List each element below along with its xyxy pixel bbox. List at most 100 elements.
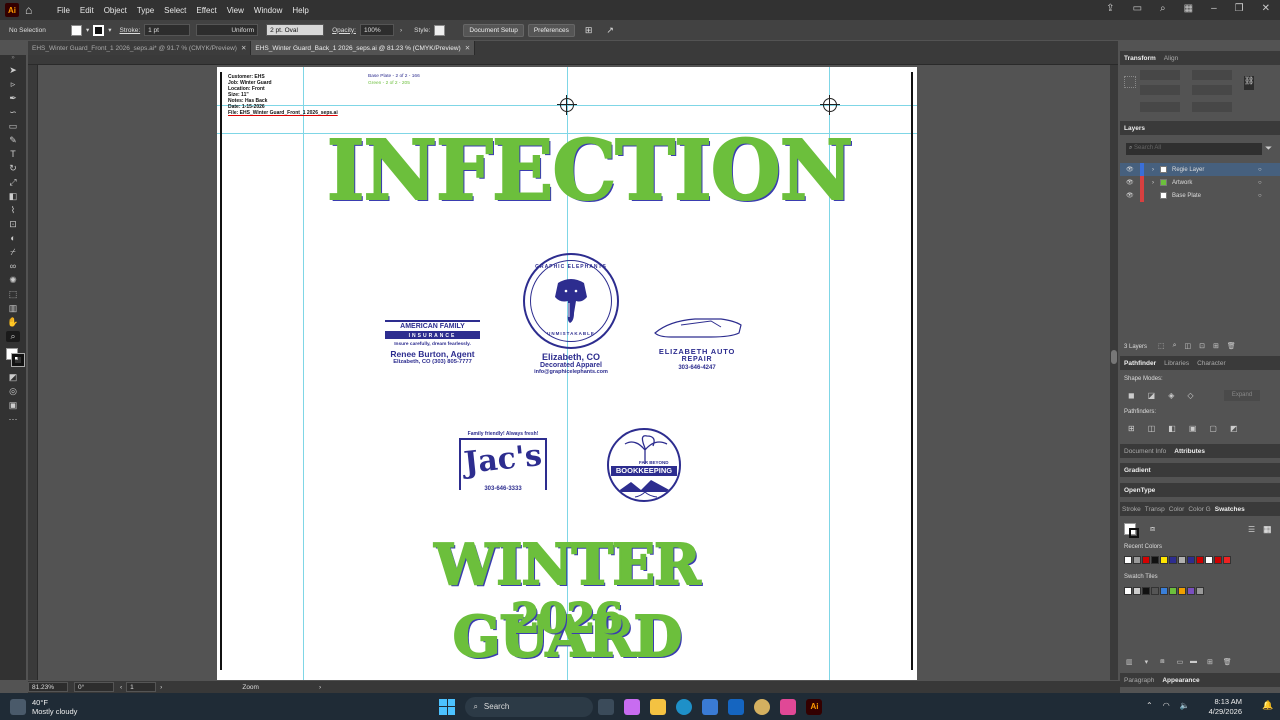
shape-builder-tool-icon[interactable]: ◐: [6, 233, 20, 244]
scale-tool-icon[interactable]: ⤢: [6, 177, 20, 188]
menu-help[interactable]: Help: [292, 6, 308, 15]
collapse-icon[interactable]: »: [0, 55, 26, 63]
document-setup-button[interactable]: Document Setup: [463, 23, 524, 37]
paintbrush-tool-icon[interactable]: ✎: [6, 135, 20, 146]
new-color-group-icon[interactable]: ▬: [1190, 658, 1197, 666]
arrange-icon[interactable]: ▭: [1133, 3, 1142, 14]
trim-icon[interactable]: ◫: [1148, 424, 1156, 433]
chevron-right-icon[interactable]: ›: [1152, 167, 1160, 173]
stroke-swatch[interactable]: [1129, 528, 1139, 538]
target-icon[interactable]: ○: [1258, 180, 1262, 186]
layer-name[interactable]: Artwork: [1172, 180, 1258, 186]
variable-width-profile[interactable]: Uniform: [196, 24, 259, 36]
blend-tool-icon[interactable]: ∞: [6, 261, 20, 272]
tab-back-document[interactable]: EHS_Winter Guard_Back_1 2026_seps.ai @ 8…: [251, 41, 476, 55]
copilot-icon[interactable]: [624, 698, 641, 715]
swatch-options-icon[interactable]: ⧈: [1160, 658, 1164, 666]
start-icon[interactable]: [439, 698, 456, 715]
tab-transform[interactable]: Transform: [1120, 55, 1160, 62]
tab-character[interactable]: Character: [1193, 360, 1230, 367]
minimize-icon[interactable]: –: [1211, 3, 1217, 14]
guide-vertical[interactable]: [303, 67, 304, 680]
tab-document-info[interactable]: Document Info: [1120, 448, 1170, 455]
layer-row[interactable]: 👁 Base Plate ○: [1120, 189, 1280, 202]
chevron-up-icon[interactable]: ⌃: [1146, 701, 1153, 710]
weather-widget[interactable]: 40°F Mostly cloudy: [32, 698, 77, 716]
opacity-field[interactable]: 100%: [359, 24, 394, 36]
swatch-chip[interactable]: [1151, 556, 1159, 564]
swatch-chip[interactable]: [1133, 587, 1141, 595]
taskbar-search[interactable]: ⌕ Search: [465, 696, 594, 717]
rotate-view-field[interactable]: 0°: [74, 682, 114, 692]
notifications-icon[interactable]: 🔔: [1262, 700, 1273, 711]
grid-view-icon[interactable]: ▦: [1263, 524, 1272, 535]
crop-icon[interactable]: ▣: [1189, 424, 1197, 433]
show-kinds-icon[interactable]: ▾: [1145, 658, 1149, 666]
fill-stroke-widget[interactable]: [4, 346, 25, 368]
artboard-tool-icon[interactable]: ⬚: [6, 289, 20, 300]
eye-icon[interactable]: 👁: [1126, 166, 1140, 173]
color-group-icon[interactable]: ▭: [1177, 658, 1184, 666]
tab-color-guide[interactable]: Color G: [1186, 506, 1212, 513]
new-sublayer-icon[interactable]: ⊡: [1199, 342, 1205, 350]
swatch-chip[interactable]: [1124, 587, 1132, 595]
layer-name[interactable]: Regie Layer: [1172, 167, 1258, 173]
next-artboard-icon[interactable]: ›: [160, 684, 162, 691]
menu-file[interactable]: File: [57, 6, 70, 15]
collect-export-icon[interactable]: ⬚: [1158, 342, 1165, 350]
shear-field[interactable]: [1192, 102, 1232, 112]
symbol-sprayer-tool-icon[interactable]: ✺: [6, 275, 20, 286]
curvature-tool-icon[interactable]: ∽: [6, 107, 20, 118]
pen-tool-icon[interactable]: ✒: [6, 93, 20, 104]
store-icon[interactable]: [702, 698, 719, 715]
tab-gradient[interactable]: Gradient: [1120, 467, 1155, 474]
dropbox-icon[interactable]: [728, 698, 745, 715]
exclude-icon[interactable]: ◇: [1187, 391, 1193, 400]
chevron-right-icon[interactable]: ›: [400, 27, 402, 34]
rotate-field[interactable]: [1140, 102, 1180, 112]
swatch-chip[interactable]: [1160, 587, 1168, 595]
minus-back-icon[interactable]: ◩: [1230, 424, 1238, 433]
opacity-label[interactable]: Opacity:: [332, 27, 356, 34]
zoom-tool-icon[interactable]: ⌕: [6, 331, 20, 342]
make-clip-mask-icon[interactable]: ◫: [1185, 342, 1192, 350]
swatch-chip[interactable]: [1178, 587, 1186, 595]
photos-icon[interactable]: [780, 698, 797, 715]
hand-tool-icon[interactable]: ✋: [6, 317, 20, 328]
stroke-swatch[interactable]: [93, 24, 105, 36]
swatch-chip[interactable]: [1169, 587, 1177, 595]
status-menu-icon[interactable]: ›: [319, 684, 321, 691]
menu-object[interactable]: Object: [104, 6, 127, 15]
layers-search-input[interactable]: ⌕ Search All: [1126, 143, 1262, 155]
menu-type[interactable]: Type: [137, 6, 154, 15]
menu-edit[interactable]: Edit: [80, 6, 94, 15]
tab-align[interactable]: Align: [1160, 55, 1182, 62]
swatch-chip[interactable]: [1178, 556, 1186, 564]
swatch-chip[interactable]: [1187, 587, 1195, 595]
divide-icon[interactable]: ⊞: [1128, 424, 1135, 433]
unite-icon[interactable]: ◼: [1128, 391, 1135, 400]
more-tools-icon[interactable]: ⋯: [6, 414, 20, 425]
new-swatch-icon[interactable]: ⊞: [1207, 658, 1213, 666]
filter-icon[interactable]: ⏷: [1265, 143, 1272, 154]
minus-front-icon[interactable]: ◪: [1148, 391, 1156, 400]
chrome-icon[interactable]: [754, 698, 771, 715]
close-icon[interactable]: ✕: [241, 44, 246, 52]
tab-stroke[interactable]: Stroke: [1120, 506, 1143, 513]
screen-mode-icon[interactable]: ▣: [6, 400, 20, 411]
scrollbar-thumb[interactable]: [1111, 350, 1117, 364]
stroke-weight-field[interactable]: 1 pt: [144, 24, 191, 36]
direct-selection-tool-icon[interactable]: ▹: [6, 79, 20, 90]
draw-mode-icon[interactable]: ◎: [6, 386, 20, 397]
close-icon[interactable]: ✕: [465, 44, 470, 52]
new-layer-icon[interactable]: ⊞: [1213, 342, 1219, 350]
layer-row[interactable]: 👁 › Artwork ○: [1120, 176, 1280, 189]
tab-libraries[interactable]: Libraries: [1160, 360, 1193, 367]
eyedropper-tool-icon[interactable]: ⌿: [6, 247, 20, 258]
warp-tool-icon[interactable]: ⌇: [6, 205, 20, 216]
task-view-icon[interactable]: [598, 698, 615, 715]
preferences-button[interactable]: Preferences: [527, 23, 575, 37]
eye-icon[interactable]: 👁: [1126, 179, 1140, 186]
graph-tool-icon[interactable]: ▥: [6, 303, 20, 314]
menu-window[interactable]: Window: [254, 6, 282, 15]
